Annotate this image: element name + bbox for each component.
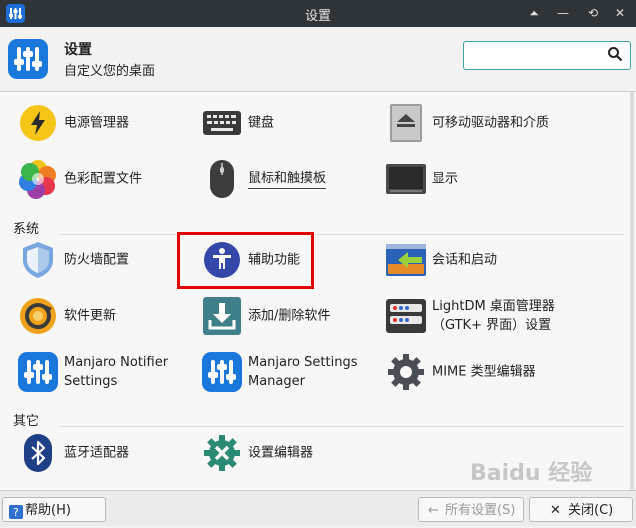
item-manjaro-notifier[interactable]: Manjaro Notifier Settings — [18, 349, 188, 395]
color-profiles-icon — [18, 159, 58, 199]
item-lightdm-settings[interactable]: LightDM 桌面管理器 （GTK+ 界面）设置 — [386, 293, 616, 339]
item-label: 电源管理器 — [64, 115, 130, 131]
footer-bar: ? 帮助(H) ← 所有设置(S) ✕ 关闭(C) — [0, 490, 636, 526]
svg-text:?: ? — [13, 506, 19, 519]
item-manjaro-settings-manager[interactable]: Manjaro Settings Manager — [202, 349, 372, 395]
lightdm-icon — [386, 296, 426, 336]
item-label: 软件更新 — [64, 308, 117, 324]
session-startup-icon — [386, 240, 426, 280]
page-title: 设置 — [64, 42, 92, 58]
all-settings-button[interactable]: ← 所有设置(S) — [418, 497, 524, 522]
firewall-icon — [18, 240, 58, 280]
bluetooth-icon — [18, 433, 58, 473]
close-icon: ✕ — [550, 503, 561, 518]
item-label: 设置编辑器 — [248, 445, 314, 461]
item-firewall[interactable]: 防火墙配置 — [18, 237, 178, 283]
item-bluetooth[interactable]: 蓝牙适配器 — [18, 430, 178, 476]
mime-editor-icon — [386, 352, 426, 392]
item-label: 添加/删除软件 — [248, 308, 331, 324]
item-label: 鼠标和触摸板 — [248, 169, 327, 189]
section-title-system: 系统 — [13, 222, 40, 237]
item-removable-drives[interactable]: 可移动驱动器和介质 — [386, 100, 616, 146]
item-label: LightDM 桌面管理器 （GTK+ 界面）设置 — [432, 299, 555, 333]
item-label: 防火墙配置 — [64, 252, 130, 268]
search-box[interactable] — [463, 41, 631, 70]
header: 设置 自定义您的桌面 — [0, 27, 636, 92]
item-label: 显示 — [432, 171, 459, 187]
annotation-highlight-box — [177, 232, 314, 289]
item-add-remove-software[interactable]: 添加/删除软件 — [202, 293, 362, 339]
add-remove-software-icon — [202, 296, 242, 336]
item-label: 色彩配置文件 — [64, 171, 143, 187]
section-title-other: 其它 — [13, 414, 40, 429]
settings-list: 电源管理器 键盘 可移动驱动器和介质 色彩配置文件 鼠标和触摸板 显示 系统 防… — [0, 92, 636, 490]
manjaro-settings-icon — [202, 352, 242, 392]
close-button[interactable]: ✕ 关闭(C) — [529, 497, 633, 522]
item-display[interactable]: 显示 — [386, 156, 546, 202]
item-label: 可移动驱动器和介质 — [432, 115, 550, 131]
window-close-button[interactable]: ✕ — [610, 4, 630, 22]
software-update-icon — [18, 296, 58, 336]
section-divider — [60, 426, 624, 427]
window-minimize-button[interactable]: — — [553, 4, 573, 22]
display-icon — [386, 159, 426, 199]
help-icon: ? — [9, 503, 23, 528]
item-label: MIME 类型编辑器 — [432, 364, 536, 380]
item-label: 键盘 — [248, 115, 275, 131]
item-label: Manjaro Notifier Settings — [64, 355, 169, 389]
item-settings-editor[interactable]: 设置编辑器 — [202, 430, 362, 476]
item-session-startup[interactable]: 会话和启动 — [386, 237, 546, 283]
item-mouse-touchpad[interactable]: 鼠标和触摸板 — [202, 156, 362, 202]
window-maximize-button[interactable]: ⟲ — [583, 4, 603, 22]
search-icon[interactable] — [607, 46, 623, 66]
keyboard-icon — [202, 103, 242, 143]
watermark: Baidu 经验 — [470, 461, 593, 486]
item-color-profiles[interactable]: 色彩配置文件 — [18, 156, 178, 202]
settings-editor-icon — [202, 433, 242, 473]
page-subtitle: 自定义您的桌面 — [64, 64, 156, 79]
scrollbar[interactable] — [630, 92, 634, 490]
item-software-update[interactable]: 软件更新 — [18, 293, 178, 339]
item-label: Manjaro Settings Manager — [248, 355, 358, 389]
arrow-left-icon: ← — [428, 503, 439, 518]
item-keyboard[interactable]: 键盘 — [202, 100, 362, 146]
item-power-manager[interactable]: 电源管理器 — [18, 100, 178, 146]
help-button[interactable]: ? 帮助(H) — [2, 497, 106, 522]
item-label: 会话和启动 — [432, 252, 498, 268]
close-label: 关闭(C) — [568, 503, 614, 518]
power-manager-icon — [18, 103, 58, 143]
item-mime-editor[interactable]: MIME 类型编辑器 — [386, 349, 586, 395]
search-input[interactable] — [472, 45, 604, 67]
section-divider — [60, 234, 624, 235]
settings-manager-icon — [8, 39, 48, 79]
all-settings-label: 所有设置(S) — [445, 503, 516, 518]
removable-drive-icon — [386, 103, 426, 143]
item-label: 蓝牙适配器 — [64, 445, 130, 461]
window-shade-button[interactable]: ⏶ — [524, 4, 544, 22]
title-bar: 设置 ⏶ — ⟲ ✕ — [0, 0, 636, 27]
mouse-icon — [202, 159, 242, 199]
help-label: 帮助(H) — [25, 503, 71, 518]
manjaro-notifier-icon — [18, 352, 58, 392]
